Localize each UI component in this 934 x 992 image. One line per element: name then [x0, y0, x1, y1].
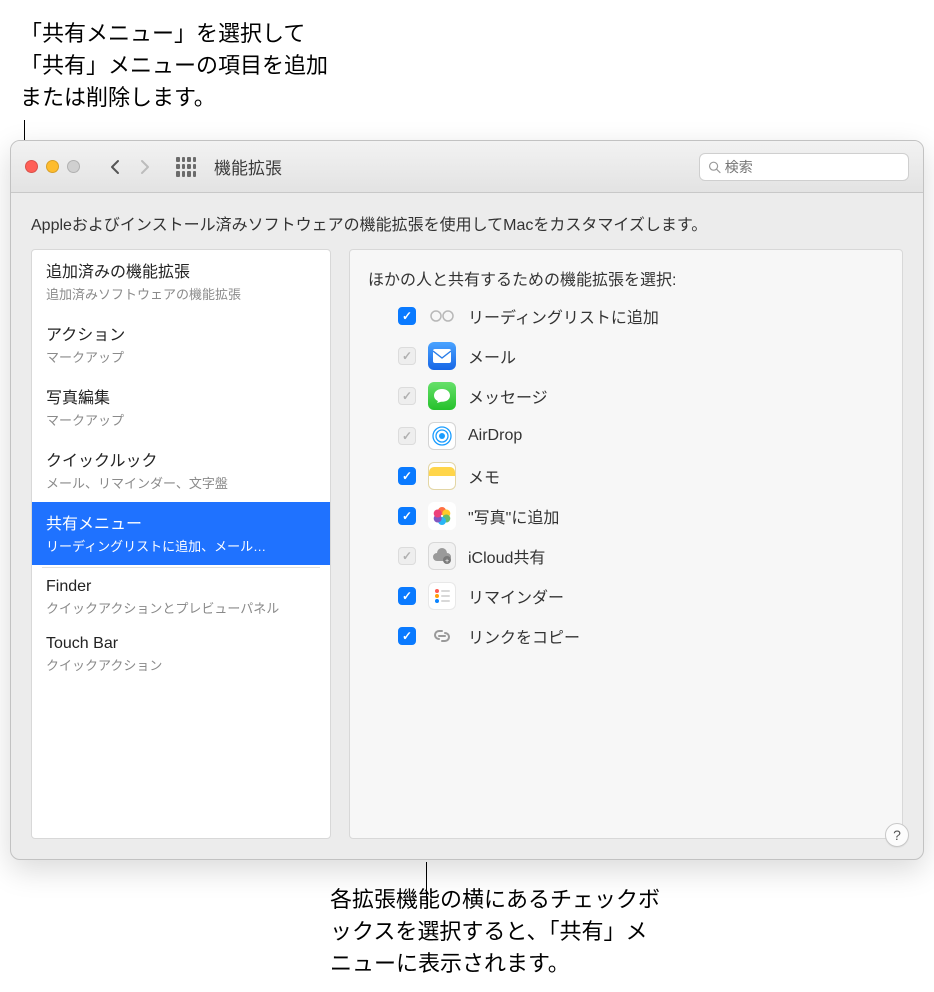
sidebar-item-title: Finder	[46, 578, 316, 596]
sidebar-item[interactable]: 写真編集マークアップ	[32, 376, 330, 439]
window-title: 機能拡張	[214, 154, 282, 179]
extension-row: メモ	[398, 462, 884, 490]
sidebar-item[interactable]: 追加済みの機能拡張追加済みソフトウェアの機能拡張	[32, 250, 330, 313]
svg-text:+: +	[445, 558, 449, 565]
forward-button	[130, 155, 160, 179]
extension-checkbox	[398, 547, 416, 565]
sidebar-item-subtitle: メール、リマインダー、文字盤	[46, 473, 316, 492]
nav-buttons	[100, 155, 160, 179]
minimize-button[interactable]	[46, 160, 59, 173]
sidebar-item-title: 追加済みの機能拡張	[46, 258, 316, 282]
extension-row: リンクをコピー	[398, 622, 884, 650]
extension-row: メール	[398, 342, 884, 370]
extension-checkbox	[398, 427, 416, 445]
link-icon	[428, 622, 456, 650]
extension-label: リンクをコピー	[468, 624, 580, 648]
extension-row: リーディングリストに追加	[398, 302, 884, 330]
sidebar-item-title: クイックルック	[46, 447, 316, 471]
extension-checkbox[interactable]	[398, 307, 416, 325]
mail-icon	[428, 342, 456, 370]
reading-icon	[428, 302, 456, 330]
extension-checkbox	[398, 387, 416, 405]
callout-top: 「共有メニュー」を選択して「共有」メニューの項目を追加または削除します。	[20, 18, 340, 114]
extension-label: リマインダー	[468, 584, 564, 608]
sidebar-item-subtitle: 追加済みソフトウェアの機能拡張	[46, 284, 316, 303]
extension-label: iCloud共有	[468, 544, 545, 568]
show-all-icon[interactable]	[176, 157, 196, 177]
sidebar-item-title: 共有メニュー	[46, 510, 316, 534]
notes-icon	[428, 462, 456, 490]
extension-checkbox[interactable]	[398, 507, 416, 525]
sidebar-item-title: Touch Bar	[46, 635, 316, 653]
extension-label: メッセージ	[468, 384, 548, 408]
traffic-lights	[25, 160, 80, 173]
search-field[interactable]	[699, 153, 909, 181]
extension-label: リーディングリストに追加	[468, 304, 659, 328]
back-button[interactable]	[100, 155, 130, 179]
extension-checkbox[interactable]	[398, 627, 416, 645]
sidebar-item[interactable]: Touch Bar クイックアクション	[32, 627, 330, 684]
photos-icon	[428, 502, 456, 530]
sidebar-item[interactable]: Finder クイックアクションとプレビューパネル	[32, 570, 330, 627]
sidebar-divider	[42, 567, 320, 568]
extension-checkbox	[398, 347, 416, 365]
extension-checkbox[interactable]	[398, 587, 416, 605]
sidebar-item-title: アクション	[46, 321, 316, 345]
extension-row: メッセージ	[398, 382, 884, 410]
window-body: Appleおよびインストール済みソフトウェアの機能拡張を使用してMacをカスタマ…	[11, 193, 923, 859]
reminders-icon	[428, 582, 456, 610]
sidebar-item-title: 写真編集	[46, 384, 316, 408]
airdrop-icon	[428, 422, 456, 450]
extension-label: メール	[468, 344, 516, 368]
extension-row: AirDrop	[398, 422, 884, 450]
sidebar-item[interactable]: 共有メニューリーディングリストに追加、メール…	[32, 502, 330, 565]
extension-label: メモ	[468, 464, 500, 488]
detail-heading: ほかの人と共有するための機能拡張を選択:	[368, 266, 884, 290]
page-description: Appleおよびインストール済みソフトウェアの機能拡張を使用してMacをカスタマ…	[31, 211, 903, 235]
zoom-button	[67, 160, 80, 173]
extension-checkbox[interactable]	[398, 467, 416, 485]
icloud-icon: +	[428, 542, 456, 570]
extension-row: + iCloud共有	[398, 542, 884, 570]
detail-pane: ほかの人と共有するための機能拡張を選択: リーディングリストに追加メールメッセー…	[349, 249, 903, 839]
msg-icon	[428, 382, 456, 410]
sidebar-item-subtitle: マークアップ	[46, 347, 316, 366]
callout-bottom: 各拡張機能の横にあるチェックボックスを選択すると、「共有」メニューに表示されます…	[330, 884, 660, 980]
close-button[interactable]	[25, 160, 38, 173]
extension-row: "写真"に追加	[398, 502, 884, 530]
sidebar-item-subtitle: クイックアクションとプレビューパネル	[46, 598, 316, 617]
preferences-window: 機能拡張 Appleおよびインストール済みソフトウェアの機能拡張を使用してMac…	[10, 140, 924, 860]
sidebar-item-subtitle: クイックアクション	[46, 655, 316, 674]
search-input[interactable]	[725, 159, 900, 175]
sidebar-item[interactable]: アクションマークアップ	[32, 313, 330, 376]
sidebar-item[interactable]: クイックルックメール、リマインダー、文字盤	[32, 439, 330, 502]
extension-label: AirDrop	[468, 427, 522, 445]
search-icon	[708, 160, 721, 174]
extension-row: リマインダー	[398, 582, 884, 610]
category-sidebar: 追加済みの機能拡張追加済みソフトウェアの機能拡張アクションマークアップ写真編集マ…	[31, 249, 331, 839]
help-button[interactable]: ?	[885, 823, 909, 847]
extension-label: "写真"に追加	[468, 504, 559, 528]
extension-list: リーディングリストに追加メールメッセージ AirDrop メモ "写真"に追加 + iCl…	[368, 302, 884, 650]
sidebar-item-subtitle: リーディングリストに追加、メール…	[46, 536, 316, 555]
callout-leader	[426, 862, 427, 900]
titlebar: 機能拡張	[11, 141, 923, 193]
sidebar-item-subtitle: マークアップ	[46, 410, 316, 429]
